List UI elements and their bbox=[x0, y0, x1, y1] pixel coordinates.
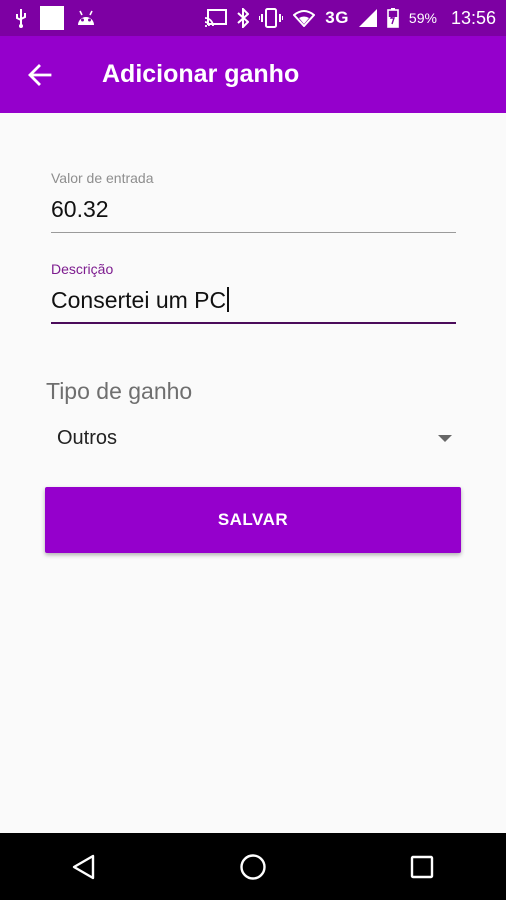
clock-text: 13:56 bbox=[450, 7, 496, 28]
app-bar: Adicionar ganho bbox=[0, 36, 506, 113]
signal-icon bbox=[358, 9, 377, 27]
page-title: Adicionar ganho bbox=[102, 60, 300, 88]
tipo-ganho-dropdown[interactable]: Outros bbox=[46, 418, 458, 458]
back-button[interactable] bbox=[10, 45, 70, 105]
cast-icon bbox=[205, 9, 228, 27]
tipo-ganho-selected: Outros bbox=[57, 426, 118, 449]
vibrate-icon bbox=[259, 8, 284, 28]
network-type-text: 3G bbox=[325, 8, 349, 27]
valor-field[interactable]: Valor de entrada 60.32 bbox=[51, 170, 456, 233]
usb-icon bbox=[14, 8, 28, 28]
nav-home-button[interactable] bbox=[213, 837, 293, 897]
recents-square-icon bbox=[410, 855, 434, 879]
arrow-back-icon bbox=[28, 63, 52, 87]
status-bar-right: 3G 59% 13:56 bbox=[205, 8, 496, 29]
battery-charging-icon bbox=[387, 8, 399, 28]
descricao-input[interactable]: Consertei um PC bbox=[51, 287, 456, 324]
descricao-label: Descrição bbox=[51, 261, 114, 277]
nav-recents-button[interactable] bbox=[382, 837, 462, 897]
home-circle-icon bbox=[239, 853, 267, 881]
android-icon bbox=[76, 9, 96, 27]
valor-input[interactable]: 60.32 bbox=[51, 196, 456, 233]
nav-back-button[interactable] bbox=[44, 837, 124, 897]
status-bar: 3G 59% 13:56 bbox=[0, 0, 506, 36]
tipo-ganho-label: Tipo de ganho bbox=[46, 378, 193, 404]
text-caret bbox=[227, 287, 230, 312]
battery-percent-text: 59% bbox=[408, 10, 437, 26]
descricao-field[interactable]: Descrição Consertei um PC bbox=[51, 261, 456, 324]
navigation-bar bbox=[0, 833, 506, 900]
descricao-input-text: Consertei um PC bbox=[51, 287, 227, 313]
notification-square-icon bbox=[40, 6, 64, 30]
dropdown-arrow-icon bbox=[438, 434, 452, 442]
save-button[interactable]: SALVAR bbox=[45, 487, 461, 553]
screen: 3G 59% 13:56 Adicionar ganho Valor de en… bbox=[0, 0, 506, 900]
back-triangle-icon bbox=[72, 854, 96, 880]
bluetooth-icon bbox=[237, 8, 250, 28]
status-bar-left bbox=[14, 6, 96, 30]
valor-input-text: 60.32 bbox=[51, 196, 109, 222]
valor-label: Valor de entrada bbox=[51, 170, 154, 186]
wifi-icon bbox=[293, 9, 316, 27]
